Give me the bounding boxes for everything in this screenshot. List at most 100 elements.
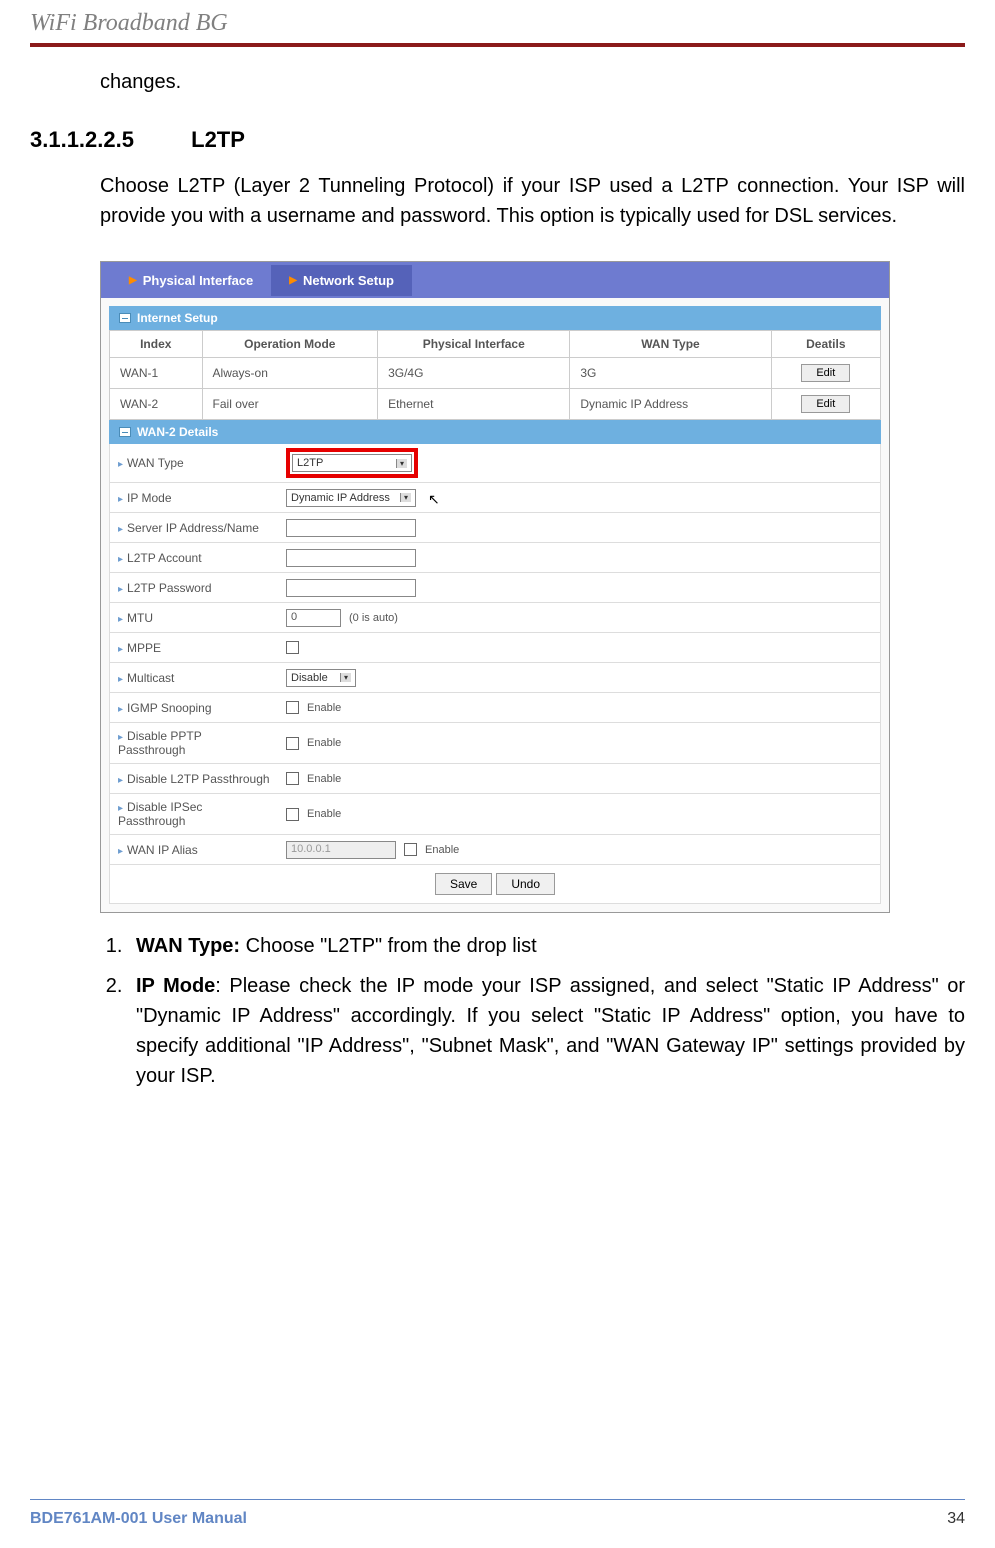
select-value: L2TP bbox=[297, 457, 323, 469]
row-ip-mode: ▸IP Mode Dynamic IP Address ▾ ↖ bbox=[109, 483, 881, 513]
cell-index: WAN-1 bbox=[110, 358, 203, 389]
label-wan-ip-alias: ▸WAN IP Alias bbox=[110, 837, 280, 863]
row-mtu: ▸MTU 0 (0 is auto) bbox=[109, 603, 881, 633]
prev-paragraph-tail: changes. bbox=[100, 67, 965, 97]
row-mppe: ▸MPPE bbox=[109, 633, 881, 663]
list-bold: WAN Type: bbox=[136, 935, 240, 957]
l2tp-opt: Enable bbox=[307, 773, 341, 785]
wan-ip-alias-input[interactable]: 10.0.0.1 bbox=[286, 841, 396, 859]
save-button[interactable]: Save bbox=[435, 873, 492, 895]
list-text: : Please check the IP mode your ISP assi… bbox=[136, 975, 965, 1087]
list-item: WAN Type: Choose "L2TP" from the drop li… bbox=[128, 931, 965, 961]
label-ip-mode: ▸IP Mode bbox=[110, 485, 280, 511]
row-pptp: ▸Disable PPTP Passthrough Enable bbox=[109, 723, 881, 764]
row-l2tp-account: ▸L2TP Account bbox=[109, 543, 881, 573]
page-header: WiFi Broadband BG bbox=[0, 0, 995, 39]
alias-checkbox[interactable] bbox=[404, 843, 417, 856]
panel-icon bbox=[119, 427, 131, 437]
l2tp-account-input[interactable] bbox=[286, 549, 416, 567]
cell-edit: Edit bbox=[771, 389, 880, 420]
cursor-icon: ↖ bbox=[428, 491, 440, 508]
table-header-row: Index Operation Mode Physical Interface … bbox=[110, 331, 881, 358]
arrow-icon: ▶ bbox=[289, 275, 297, 286]
mtu-hint: (0 is auto) bbox=[349, 612, 398, 624]
col-wan-type: WAN Type bbox=[570, 331, 771, 358]
tab-network-setup[interactable]: ▶ Network Setup bbox=[271, 265, 412, 296]
banner-label: WAN-2 Details bbox=[137, 425, 218, 439]
label-server-ip: ▸Server IP Address/Name bbox=[110, 515, 280, 541]
footer-rule bbox=[30, 1499, 965, 1500]
l2tp-password-input[interactable] bbox=[286, 579, 416, 597]
list-item: IP Mode: Please check the IP mode your I… bbox=[128, 971, 965, 1091]
cell-wan: Dynamic IP Address bbox=[570, 389, 771, 420]
table-row: WAN-1 Always-on 3G/4G 3G Edit bbox=[110, 358, 881, 389]
row-l2tp-pass: ▸Disable L2TP Passthrough Enable bbox=[109, 764, 881, 794]
table-row: WAN-2 Fail over Ethernet Dynamic IP Addr… bbox=[110, 389, 881, 420]
ipsec-checkbox[interactable] bbox=[286, 808, 299, 821]
label-mtu: ▸MTU bbox=[110, 605, 280, 631]
pptp-checkbox[interactable] bbox=[286, 737, 299, 750]
edit-button[interactable]: Edit bbox=[801, 395, 850, 413]
label-ipsec: ▸Disable IPSec Passthrough bbox=[110, 794, 280, 834]
row-igmp: ▸IGMP Snooping Enable bbox=[109, 693, 881, 723]
label-multicast: ▸Multicast bbox=[110, 665, 280, 691]
cell-pi: Ethernet bbox=[378, 389, 570, 420]
tab-physical-interface[interactable]: ▶ Physical Interface bbox=[111, 265, 271, 296]
wan-type-select[interactable]: L2TP ▾ bbox=[292, 454, 412, 472]
chevron-down-icon: ▾ bbox=[396, 459, 407, 468]
label-mppe: ▸MPPE bbox=[110, 635, 280, 661]
col-physical-interface: Physical Interface bbox=[378, 331, 570, 358]
content-area: changes. 3.1.1.2.2.5 L2TP Choose L2TP (L… bbox=[0, 47, 995, 1091]
tab-label: Network Setup bbox=[303, 273, 394, 288]
highlight-box: L2TP ▾ bbox=[286, 448, 418, 478]
ipsec-opt: Enable bbox=[307, 808, 341, 820]
button-row: SaveUndo bbox=[109, 865, 881, 904]
tab-bar: ▶ Physical Interface ▶ Network Setup bbox=[101, 262, 889, 298]
panel-icon bbox=[119, 313, 131, 323]
undo-button[interactable]: Undo bbox=[496, 873, 555, 895]
wan2-details-banner: WAN-2 Details bbox=[109, 420, 881, 444]
label-wan-type: ▸WAN Type bbox=[110, 450, 280, 476]
label-pptp: ▸Disable PPTP Passthrough bbox=[110, 723, 280, 763]
edit-button[interactable]: Edit bbox=[801, 364, 850, 382]
cell-op: Always-on bbox=[202, 358, 378, 389]
chevron-down-icon: ▾ bbox=[400, 493, 411, 502]
multicast-select[interactable]: Disable ▾ bbox=[286, 669, 356, 687]
l2tp-checkbox[interactable] bbox=[286, 772, 299, 785]
ui-screenshot: ▶ Physical Interface ▶ Network Setup Int… bbox=[100, 261, 890, 913]
igmp-checkbox[interactable] bbox=[286, 701, 299, 714]
arrow-icon: ▶ bbox=[129, 275, 137, 286]
intro-paragraph: Choose L2TP (Layer 2 Tunneling Protocol)… bbox=[100, 171, 965, 231]
panel: Internet Setup Index Operation Mode Phys… bbox=[101, 298, 889, 912]
select-value: Dynamic IP Address bbox=[291, 492, 390, 504]
cell-pi: 3G/4G bbox=[378, 358, 570, 389]
cell-index: WAN-2 bbox=[110, 389, 203, 420]
page-footer: BDE761AM-001 User Manual 34 bbox=[30, 1510, 965, 1528]
row-wan-ip-alias: ▸WAN IP Alias 10.0.0.1 Enable bbox=[109, 835, 881, 865]
section-title: L2TP bbox=[191, 127, 245, 152]
ip-mode-select[interactable]: Dynamic IP Address ▾ bbox=[286, 489, 416, 507]
select-value: Disable bbox=[291, 672, 328, 684]
footer-left: BDE761AM-001 User Manual bbox=[30, 1510, 247, 1528]
cell-op: Fail over bbox=[202, 389, 378, 420]
internet-setup-banner: Internet Setup bbox=[109, 306, 881, 330]
row-wan-type: ▸WAN Type L2TP ▾ bbox=[109, 444, 881, 483]
mtu-input[interactable]: 0 bbox=[286, 609, 341, 627]
label-l2tp-account: ▸L2TP Account bbox=[110, 545, 280, 571]
banner-label: Internet Setup bbox=[137, 311, 218, 325]
pptp-opt: Enable bbox=[307, 737, 341, 749]
section-heading: 3.1.1.2.2.5 L2TP bbox=[30, 127, 965, 153]
internet-setup-table: Index Operation Mode Physical Interface … bbox=[109, 330, 881, 420]
list-text: Choose "L2TP" from the drop list bbox=[240, 935, 537, 957]
alias-opt: Enable bbox=[425, 844, 459, 856]
numbered-list: WAN Type: Choose "L2TP" from the drop li… bbox=[100, 931, 965, 1091]
server-ip-input[interactable] bbox=[286, 519, 416, 537]
list-bold: IP Mode bbox=[136, 975, 215, 997]
col-details: Deatils bbox=[771, 331, 880, 358]
label-l2tp-pass: ▸Disable L2TP Passthrough bbox=[110, 766, 280, 792]
mppe-checkbox[interactable] bbox=[286, 641, 299, 654]
chevron-down-icon: ▾ bbox=[340, 673, 351, 682]
cell-edit: Edit bbox=[771, 358, 880, 389]
cell-wan: 3G bbox=[570, 358, 771, 389]
row-l2tp-password: ▸L2TP Password bbox=[109, 573, 881, 603]
